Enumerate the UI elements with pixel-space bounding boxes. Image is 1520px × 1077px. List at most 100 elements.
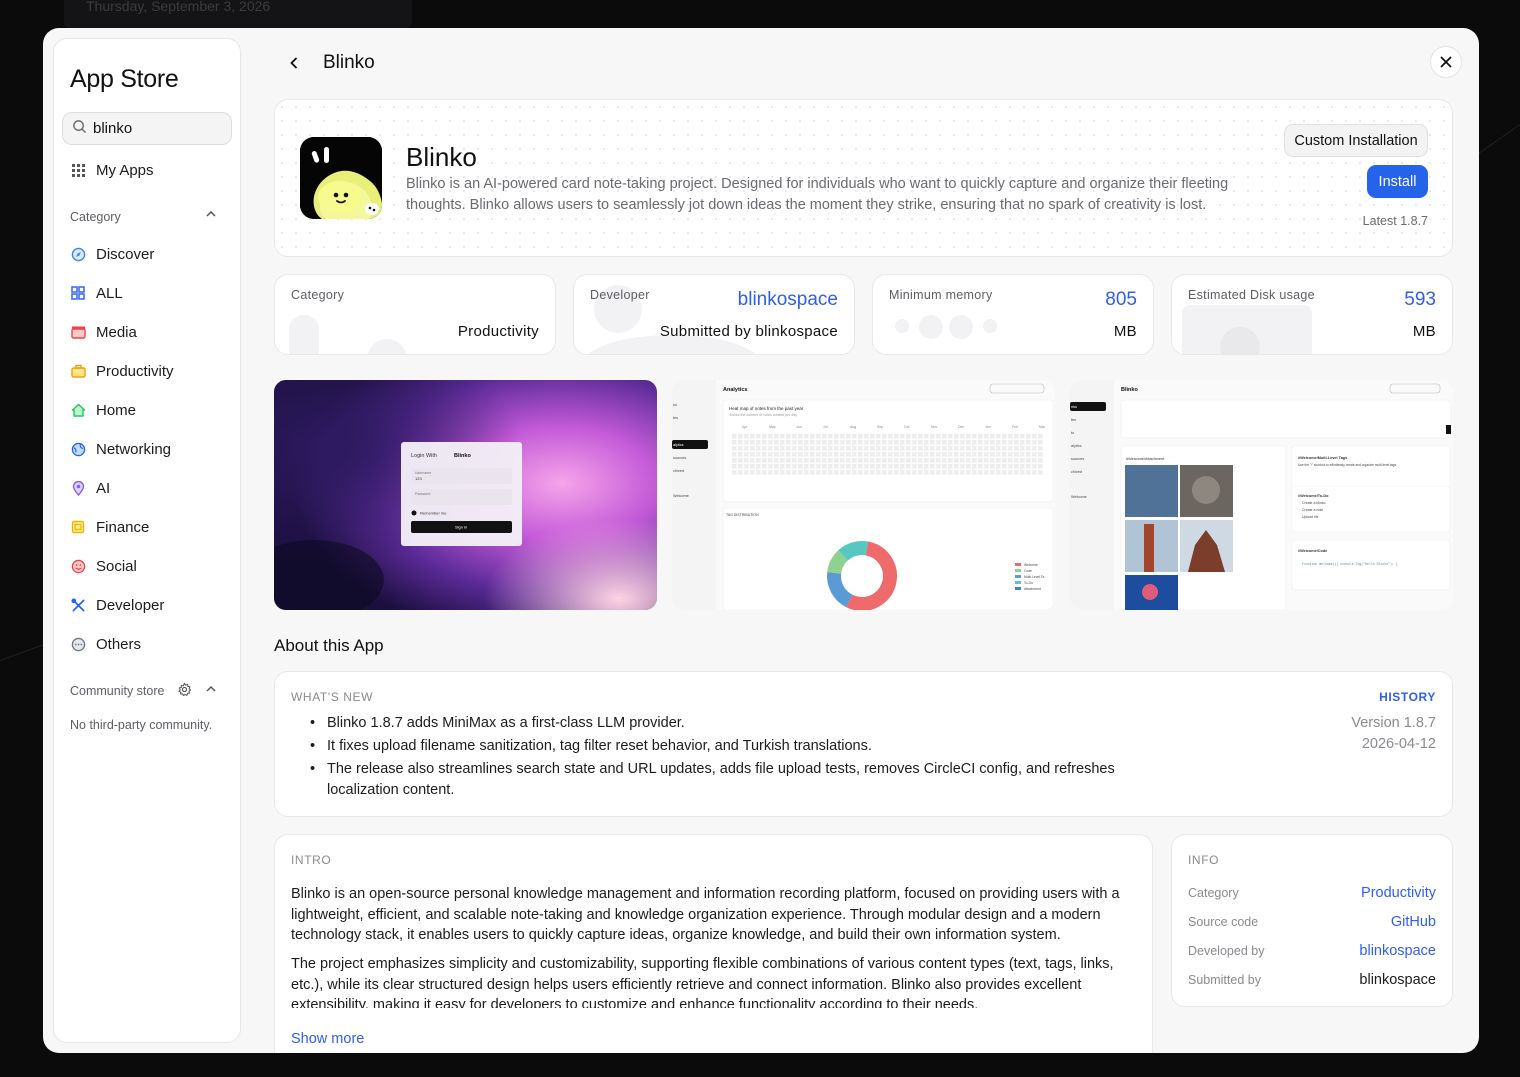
heatmap-cell	[792, 434, 797, 439]
developer-link[interactable]: blinkospace	[738, 289, 838, 311]
screenshot-nav-label: sources	[1071, 457, 1084, 461]
chevron-up-icon[interactable]	[205, 208, 217, 223]
decorative-shape	[367, 339, 407, 354]
chevron-up-icon[interactable]	[205, 683, 217, 698]
search-box[interactable]	[62, 112, 232, 145]
legend-label: Attachment	[1024, 587, 1041, 591]
login-username-label: Username	[415, 471, 431, 475]
info-category-link[interactable]: Productivity	[1361, 885, 1436, 901]
intro-paragraph: Blinko is an open-source personal knowle…	[291, 886, 1120, 943]
heatmap-cell	[954, 446, 959, 451]
heatmap-cell	[978, 458, 983, 463]
heatmap-cell	[846, 464, 851, 469]
sidebar-item-label: Productivity	[96, 362, 174, 380]
heatmap-cell	[954, 458, 959, 463]
heatmap-cell	[732, 434, 737, 439]
custom-installation-button[interactable]: Custom Installation	[1284, 124, 1428, 157]
heatmap-cell	[930, 464, 935, 469]
heatmap-cell	[948, 440, 953, 445]
sidebar-item-finance[interactable]: Finance	[70, 515, 149, 539]
heatmap-cell	[882, 440, 887, 445]
heatmap-cell	[744, 440, 749, 445]
heatmap-cell	[756, 440, 761, 445]
heatmap-cell	[972, 458, 977, 463]
history-link[interactable]: HISTORY	[1379, 690, 1436, 704]
heatmap-cell	[906, 470, 911, 475]
heatmap-cell	[828, 434, 833, 439]
heatmap-cell	[774, 446, 779, 451]
version-info: Version 1.8.7 2026-04-12	[1351, 713, 1436, 755]
heatmap-cell	[972, 440, 977, 445]
heatmap-cell	[972, 464, 977, 469]
heatmap-cell	[744, 446, 749, 451]
heatmap-cell	[942, 458, 947, 463]
heatmap-cell	[780, 464, 785, 469]
heatmap-cell	[1032, 446, 1037, 451]
heatmap-month-label: Dec	[958, 425, 964, 429]
heatmap-cell	[810, 452, 815, 457]
back-button[interactable]	[285, 52, 303, 74]
heatmap-cell	[732, 470, 737, 475]
community-section-label: Community store	[70, 684, 165, 698]
notes-code: function Welcome(){ console.log("Hello B…	[1302, 562, 1398, 566]
heatmap-cell	[930, 446, 935, 451]
heatmap-cell	[732, 458, 737, 463]
close-button[interactable]	[1430, 46, 1462, 78]
heatmap-cell	[1038, 470, 1043, 475]
heatmap-cell	[990, 452, 995, 457]
heatmap-cell	[864, 434, 869, 439]
sidebar-item-networking[interactable]: Networking	[70, 437, 171, 461]
sidebar-item-my-apps[interactable]: My Apps	[70, 158, 154, 182]
install-button[interactable]: Install	[1367, 165, 1428, 198]
heatmap-cell	[828, 452, 833, 457]
smiley-icon	[70, 558, 86, 574]
heatmap-cell	[990, 464, 995, 469]
sidebar-item-social[interactable]: Social	[70, 554, 137, 578]
screenshot-nav-label: chived	[673, 469, 684, 473]
heatmap-cell	[978, 446, 983, 451]
heatmap-cell	[810, 458, 815, 463]
heatmap-cell	[774, 452, 779, 457]
heatmap-cell	[762, 434, 767, 439]
heatmap-cell	[912, 470, 917, 475]
gear-icon[interactable]	[177, 682, 192, 700]
heatmap-month-label: Oct	[904, 425, 909, 429]
heatmap-cell	[738, 458, 743, 463]
developer-link[interactable]: blinkospace	[1359, 943, 1436, 959]
close-icon	[1440, 56, 1452, 68]
heatmap-cell	[1038, 440, 1043, 445]
sidebar-item-home[interactable]: Home	[70, 398, 136, 422]
sidebar-item-all[interactable]: ALL	[70, 281, 123, 305]
heatmap-cell	[804, 464, 809, 469]
screenshot-login[interactable]: Login With Blinko Username 123 Password …	[274, 380, 657, 610]
heatmap-cell	[870, 440, 875, 445]
sidebar-item-others[interactable]: Others	[70, 632, 141, 656]
heatmap-cell	[924, 434, 929, 439]
briefcase-icon	[70, 363, 86, 379]
heatmap-cell	[858, 434, 863, 439]
sidebar-item-ai[interactable]: AI	[70, 476, 110, 500]
heatmap-cell	[810, 440, 815, 445]
search-input[interactable]	[93, 120, 223, 137]
screenshot-nav-label: nko	[1071, 405, 1077, 409]
heatmap-cell	[900, 440, 905, 445]
screenshot-notes[interactable]: Blinko #Welcome/Attachment #Welcome/Mult…	[1070, 380, 1453, 610]
sidebar-item-discover[interactable]: Discover	[70, 242, 154, 266]
show-more-link[interactable]: Show more	[291, 1031, 364, 1047]
source-code-link[interactable]: GitHub	[1391, 914, 1436, 930]
screenshot-analytics[interactable]: Analytics Heat map of notes from the pas…	[672, 380, 1055, 610]
heatmap-cell	[762, 440, 767, 445]
banknote-icon	[70, 519, 86, 535]
app-description: Blinko is an AI-powered card note-taking…	[406, 176, 1229, 213]
sidebar-item-media[interactable]: Media	[70, 320, 137, 344]
heatmap-cell	[972, 470, 977, 475]
sidebar-item-productivity[interactable]: Productivity	[70, 359, 174, 383]
heatmap-cell	[852, 440, 857, 445]
sidebar-item-developer[interactable]: Developer	[70, 593, 164, 617]
heatmap-cell	[1038, 458, 1043, 463]
heatmap-cell	[876, 470, 881, 475]
heatmap-cell	[894, 440, 899, 445]
submitter-name: blinkospace	[1359, 972, 1436, 988]
heatmap-cell	[840, 464, 845, 469]
heatmap-cell	[954, 440, 959, 445]
